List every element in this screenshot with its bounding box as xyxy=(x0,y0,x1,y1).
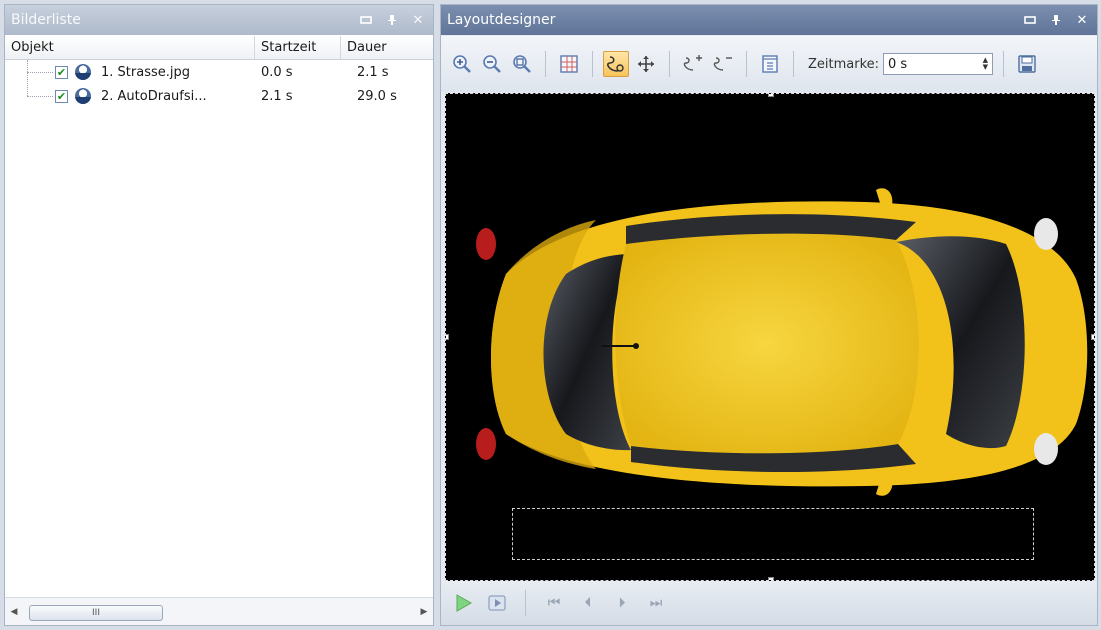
play-icon[interactable] xyxy=(451,592,475,614)
next-frame-icon[interactable]: ⏵ xyxy=(610,592,634,614)
close-icon[interactable]: ✕ xyxy=(411,13,425,28)
list-header: Objekt Startzeit Dauer xyxy=(5,36,433,60)
pin-icon[interactable] xyxy=(1049,13,1063,27)
column-header-objekt[interactable]: Objekt xyxy=(5,36,255,59)
minimize-icon[interactable] xyxy=(1023,13,1037,27)
toolbar-separator xyxy=(592,51,593,77)
column-header-startzeit[interactable]: Startzeit xyxy=(255,36,341,59)
column-header-dauer[interactable]: Dauer xyxy=(341,36,421,59)
save-icon[interactable] xyxy=(1014,51,1040,77)
scroll-right-icon[interactable]: ▶ xyxy=(415,607,433,617)
item-duration: 2.1 s xyxy=(357,64,389,80)
previous-frame-icon[interactable]: ⏴ xyxy=(576,592,600,614)
toolbar-separator xyxy=(1003,51,1005,77)
layout-canvas[interactable] xyxy=(445,93,1095,581)
layout-designer-panel: Layoutdesigner ✕ Zeitmarke: 0 s ▲ ▼ ⏮ ⏴ … xyxy=(440,4,1098,626)
toolbar-separator xyxy=(746,51,747,77)
image-list-titlebar: Bilderliste ✕ xyxy=(5,5,433,35)
first-frame-icon[interactable]: ⏮ xyxy=(542,592,566,614)
zeitmarke-spinner[interactable]: ▲ ▼ xyxy=(983,57,988,71)
grid-icon[interactable] xyxy=(556,51,582,77)
panel-title: Layoutdesigner xyxy=(447,12,556,28)
zeitmarke-label: Zeitmarke: xyxy=(808,56,880,72)
item-duration: 29.0 s xyxy=(357,88,397,104)
tree-connector xyxy=(27,96,53,97)
tree-connector xyxy=(27,72,53,73)
preview-icon[interactable] xyxy=(485,592,509,614)
text-placeholder-box[interactable] xyxy=(512,508,1034,560)
visibility-checkbox[interactable]: ✔ xyxy=(55,65,68,79)
text-align-icon[interactable] xyxy=(757,51,783,77)
close-icon[interactable]: ✕ xyxy=(1075,13,1089,28)
item-start: 0.0 s xyxy=(261,64,293,80)
layout-designer-titlebar: Layoutdesigner ✕ xyxy=(441,5,1097,35)
horizontal-scrollbar[interactable]: ◀ III ▶ xyxy=(5,597,433,625)
zoom-out-icon[interactable] xyxy=(479,51,505,77)
scroll-left-icon[interactable]: ◀ xyxy=(5,607,23,617)
resize-handle[interactable] xyxy=(1091,334,1094,340)
resize-handle[interactable] xyxy=(768,94,774,97)
last-frame-icon[interactable]: ⏭ xyxy=(644,592,668,614)
image-list: ✔ 1. Strasse.jpg 0.0 s 2.1 s ✔ 2. AutoDr… xyxy=(5,60,433,595)
toolbar-separator xyxy=(545,51,546,77)
resize-handle[interactable] xyxy=(446,334,449,340)
zeitmarke-input[interactable]: 0 s ▲ ▼ xyxy=(883,53,994,75)
remove-keyframe-icon[interactable] xyxy=(710,51,736,77)
item-name: 1. Strasse.jpg xyxy=(101,64,190,80)
item-start: 2.1 s xyxy=(261,88,293,104)
visibility-checkbox[interactable]: ✔ xyxy=(55,89,68,103)
image-icon xyxy=(75,88,91,104)
zoom-in-icon[interactable] xyxy=(449,51,475,77)
motion-path-icon[interactable] xyxy=(603,51,629,77)
minimize-icon[interactable] xyxy=(359,13,373,27)
playback-controls: ⏮ ⏴ ⏵ ⏭ xyxy=(441,581,1097,625)
designer-toolbar: Zeitmarke: 0 s ▲ ▼ xyxy=(441,36,1097,92)
move-icon[interactable] xyxy=(633,51,659,77)
zoom-fit-icon[interactable] xyxy=(509,51,535,77)
pin-icon[interactable] xyxy=(385,13,399,27)
toolbar-separator xyxy=(525,590,526,616)
scroll-track[interactable]: III xyxy=(23,603,415,621)
list-item[interactable]: ✔ 2. AutoDraufsi... 2.1 s 29.0 s xyxy=(5,84,433,108)
item-name: 2. AutoDraufsi... xyxy=(101,88,207,104)
panel-title: Bilderliste xyxy=(11,12,81,28)
toolbar-separator xyxy=(793,51,794,77)
list-item[interactable]: ✔ 1. Strasse.jpg 0.0 s 2.1 s xyxy=(5,60,433,84)
add-keyframe-icon[interactable] xyxy=(680,51,706,77)
image-list-panel: Bilderliste ✕ Objekt Startzeit Dauer ✔ 1… xyxy=(4,4,434,626)
zeitmarke-value: 0 s xyxy=(888,56,908,72)
scroll-thumb[interactable]: III xyxy=(29,604,163,621)
toolbar-separator xyxy=(669,51,670,77)
image-icon xyxy=(75,64,91,80)
